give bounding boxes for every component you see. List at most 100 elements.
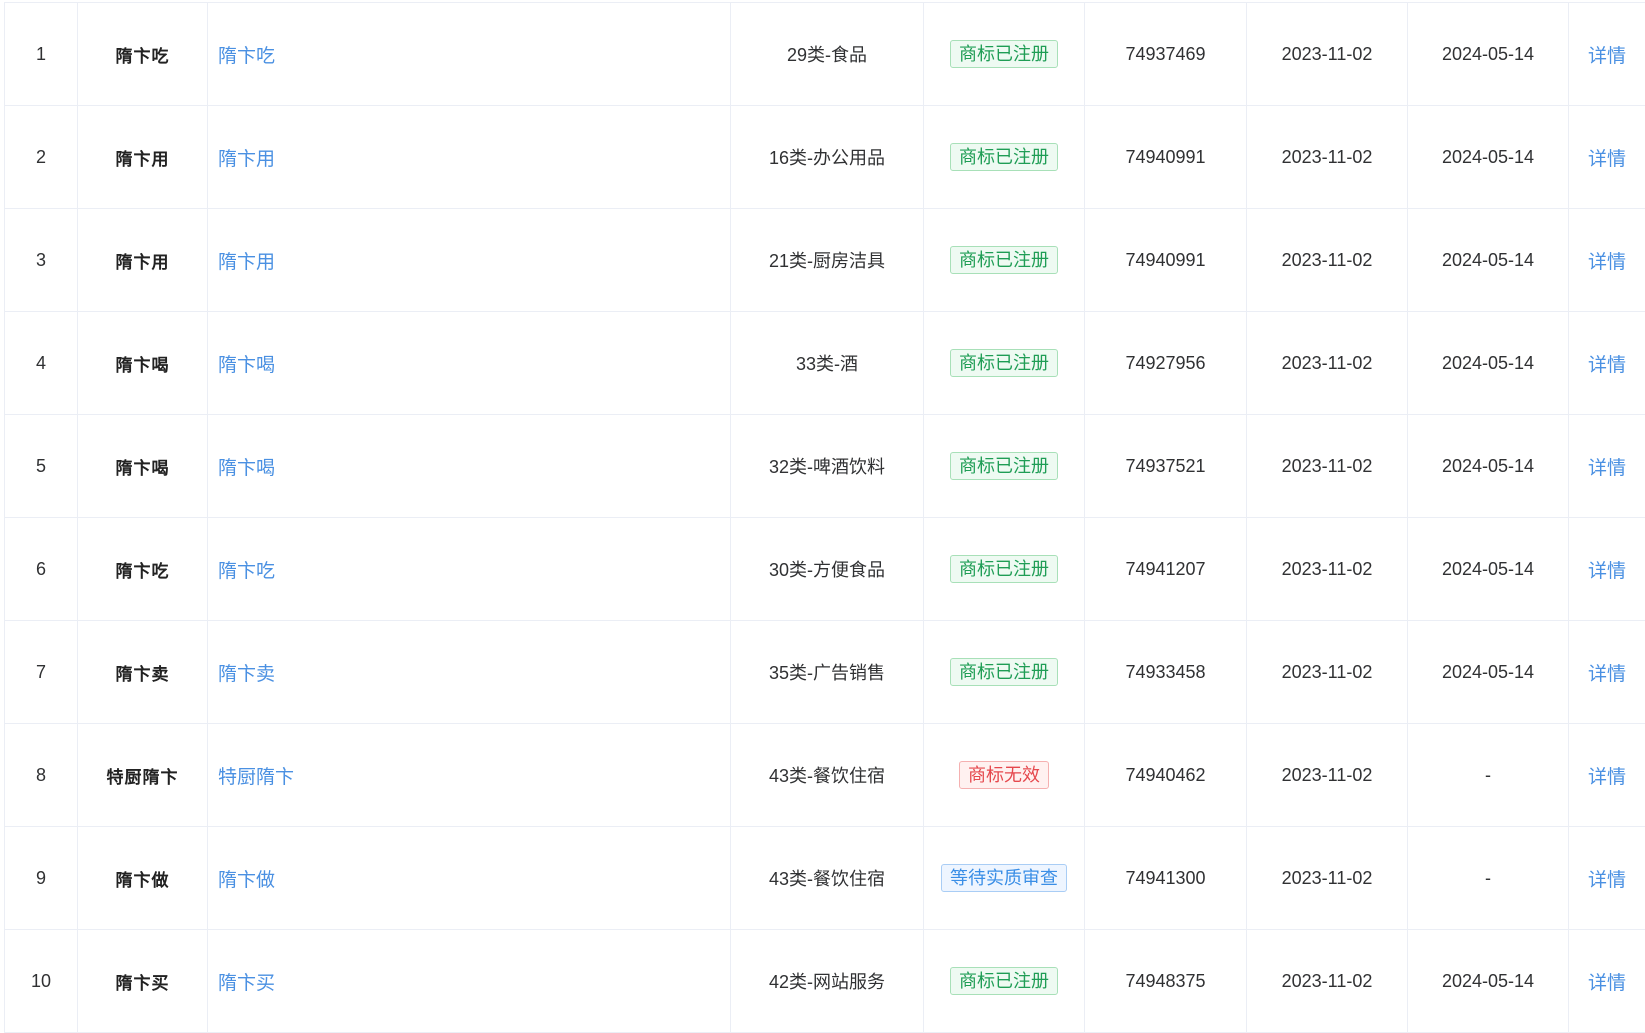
trademark-image: 隋卞做 [77,826,208,930]
details-link[interactable]: 详情 [1568,208,1645,312]
trademark-name-link[interactable]: 隋卞做 [218,870,275,891]
trademark-image: 隋卞用 [77,105,208,209]
application-date: 2023-11-02 [1246,414,1408,518]
table-row: 5 隋卞喝 隋卞喝 32类-啤酒饮料 商标已注册 74937521 2023-11-02 20… [4,414,1645,518]
status-badge: 商标已注册 [950,40,1058,68]
trademark-name-cell: 隋卞吃 [207,517,731,621]
registration-date: 2024-05-14 [1407,208,1569,312]
trademark-name-cell: 隋卞用 [207,105,731,209]
trademark-image: 隋卞喝 [77,414,208,518]
application-date: 2023-11-02 [1246,929,1408,1033]
status-badge: 商标已注册 [950,246,1058,274]
status-cell: 商标已注册 [923,208,1085,312]
registration-number: 74941207 [1084,517,1247,621]
trademark-name-link[interactable]: 隋卞用 [218,252,275,273]
status-badge: 商标已注册 [950,967,1058,995]
details-link[interactable]: 详情 [1568,723,1645,827]
status-cell: 商标已注册 [923,517,1085,621]
trademark-image: 特厨隋卞 [77,723,208,827]
trademark-image: 隋卞吃 [77,2,208,106]
status-cell: 商标已注册 [923,105,1085,209]
trademark-image: 隋卞用 [77,208,208,312]
status-badge: 商标已注册 [950,658,1058,686]
application-date: 2023-11-02 [1246,517,1408,621]
trademark-class: 29类-食品 [730,2,924,106]
trademark-class: 30类-方便食品 [730,517,924,621]
application-date: 2023-11-02 [1246,723,1408,827]
status-badge: 等待实质审查 [941,864,1067,892]
details-link[interactable]: 详情 [1568,620,1645,724]
registration-date: 2024-05-14 [1407,929,1569,1033]
table-row: 9 隋卞做 隋卞做 43类-餐饮住宿 等待实质审查 74941300 2023-11-02-… [4,826,1645,930]
trademark-table-container: 1 隋卞吃 隋卞吃 29类-食品 商标已注册 74937469 2023-11-02 2024… [4,2,1645,1033]
trademark-name-cell: 隋卞喝 [207,414,731,518]
trademark-table: 1 隋卞吃 隋卞吃 29类-食品 商标已注册 74937469 2023-11-02 2024… [4,2,1645,1033]
registration-date: 2024-05-14 [1407,2,1569,106]
row-index: 7 [4,620,78,724]
trademark-name-link[interactable]: 隋卞吃 [218,561,275,582]
trademark-name-link[interactable]: 隋卞喝 [218,458,275,479]
trademark-name-link[interactable]: 隋卞卖 [218,664,275,685]
trademark-name-link[interactable]: 特厨隋卞 [218,767,294,788]
status-badge: 商标已注册 [950,555,1058,583]
details-link[interactable]: 详情 [1568,826,1645,930]
registration-date: 2024-05-14 [1407,105,1569,209]
status-cell: 商标已注册 [923,929,1085,1033]
trademark-table-body: 1 隋卞吃 隋卞吃 29类-食品 商标已注册 74937469 2023-11-02 2024… [4,2,1645,1033]
trademark-name-link[interactable]: 隋卞用 [218,149,275,170]
row-index: 5 [4,414,78,518]
application-date: 2023-11-02 [1246,620,1408,724]
table-row: 10 隋卞买 隋卞买 42类-网站服务 商标已注册 74948375 2023-11-02 2… [4,929,1645,1033]
table-row: 6 隋卞吃 隋卞吃 30类-方便食品 商标已注册 74941207 2023-11-02 20… [4,517,1645,621]
table-row: 3 隋卞用 隋卞用 21类-厨房洁具 商标已注册 74940991 2023-11-02 20… [4,208,1645,312]
details-link[interactable]: 详情 [1568,105,1645,209]
trademark-name-cell: 隋卞做 [207,826,731,930]
trademark-name-link[interactable]: 隋卞买 [218,973,275,994]
trademark-name-cell: 特厨隋卞 [207,723,731,827]
status-badge: 商标已注册 [950,349,1058,377]
trademark-image: 隋卞喝 [77,311,208,415]
row-index: 8 [4,723,78,827]
row-index: 1 [4,2,78,106]
details-link[interactable]: 详情 [1568,929,1645,1033]
status-cell: 商标已注册 [923,414,1085,518]
table-row: 8 特厨隋卞 特厨隋卞 43类-餐饮住宿 商标无效 74940462 2023-11-02-… [4,723,1645,827]
details-link[interactable]: 详情 [1568,311,1645,415]
details-link[interactable]: 详情 [1568,517,1645,621]
status-badge: 商标已注册 [950,452,1058,480]
registration-number: 74948375 [1084,929,1247,1033]
registration-number: 74933458 [1084,620,1247,724]
registration-number: 74940991 [1084,105,1247,209]
row-index: 6 [4,517,78,621]
trademark-name-link[interactable]: 隋卞吃 [218,46,275,67]
registration-number: 74940462 [1084,723,1247,827]
trademark-name-cell: 隋卞用 [207,208,731,312]
registration-number: 74937521 [1084,414,1247,518]
trademark-name-link[interactable]: 隋卞喝 [218,355,275,376]
trademark-name-cell: 隋卞吃 [207,2,731,106]
trademark-class: 43类-餐饮住宿 [730,826,924,930]
trademark-class: 43类-餐饮住宿 [730,723,924,827]
row-index: 3 [4,208,78,312]
application-date: 2023-11-02 [1246,208,1408,312]
trademark-image: 隋卞吃 [77,517,208,621]
trademark-image: 隋卞卖 [77,620,208,724]
details-link[interactable]: 详情 [1568,414,1645,518]
registration-number: 74940991 [1084,208,1247,312]
row-index: 2 [4,105,78,209]
registration-number: 74941300 [1084,826,1247,930]
registration-date: 2024-05-14 [1407,414,1569,518]
trademark-name-cell: 隋卞卖 [207,620,731,724]
registration-date: 2024-05-14 [1407,517,1569,621]
registration-date: 2024-05-14 [1407,620,1569,724]
trademark-class: 35类-广告销售 [730,620,924,724]
registration-number: 74937469 [1084,2,1247,106]
application-date: 2023-11-02 [1246,826,1408,930]
details-link[interactable]: 详情 [1568,2,1645,106]
trademark-class: 33类-酒 [730,311,924,415]
trademark-name-cell: 隋卞买 [207,929,731,1033]
trademark-class: 32类-啤酒饮料 [730,414,924,518]
trademark-name-cell: 隋卞喝 [207,311,731,415]
status-cell: 等待实质审查 [923,826,1085,930]
status-cell: 商标已注册 [923,620,1085,724]
